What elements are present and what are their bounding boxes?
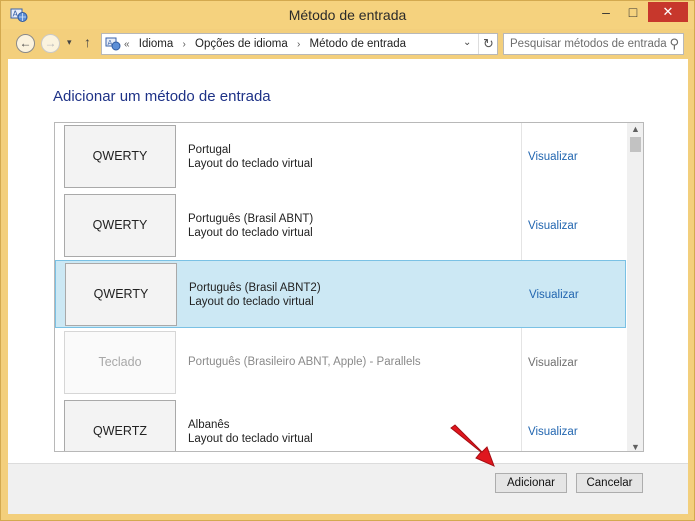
keyboard-layout-tile[interactable]: QWERTY (65, 263, 177, 326)
input-method-list: QWERTY Portugal Layout do teclado virtua… (54, 122, 644, 452)
search-placeholder: Pesquisar métodos de entrada (510, 38, 667, 50)
breadcrumb-overflow-icon[interactable]: « (124, 39, 130, 50)
layout-description: Layout do teclado virtual (188, 227, 313, 239)
address-bar[interactable]: A « Idioma › Opções de idioma › Método d… (101, 33, 498, 55)
title-bar: A Método de entrada ‒ □ ✕ (1, 1, 694, 29)
search-input[interactable]: Pesquisar métodos de entrada ⚲ (503, 33, 684, 55)
close-button[interactable]: ✕ (648, 2, 688, 22)
scroll-down-icon[interactable]: ▼ (627, 442, 643, 451)
recent-locations-icon[interactable]: ▾ (67, 37, 72, 48)
main-content: Adicionar um método de entrada QWERTY Po… (8, 59, 688, 463)
keyboard-layout-tile[interactable]: QWERTZ (64, 400, 176, 451)
up-level-button[interactable]: ↑ (84, 34, 91, 50)
maximize-button[interactable]: □ (621, 2, 645, 22)
layout-name: Português (Brasileiro ABNT, Apple) - Par… (188, 356, 421, 368)
preview-link[interactable]: Visualizar (529, 289, 579, 301)
scroll-up-icon[interactable]: ▲ (627, 124, 643, 134)
layout-name: Albanês (188, 419, 230, 431)
method-window: A Método de entrada ‒ □ ✕ ← → ▾ ↑ A « Id… (0, 0, 695, 521)
page-heading: Adicionar um método de entrada (53, 88, 271, 105)
breadcrumb-item-metodo-de-entrada[interactable]: Método de entrada (310, 38, 407, 50)
preview-link[interactable]: Visualizar (528, 357, 578, 369)
breadcrumb-item-idioma[interactable]: Idioma (139, 38, 174, 50)
breadcrumb-separator-icon[interactable]: › (297, 39, 300, 50)
annotation-arrow-icon (450, 424, 495, 467)
back-button[interactable]: ← (16, 34, 35, 53)
cancel-button[interactable]: Cancelar (576, 473, 643, 493)
list-item-brasil-abnt[interactable]: QWERTY Português (Brasil ABNT) Layout do… (55, 192, 626, 260)
scroll-thumb[interactable] (630, 137, 641, 152)
minimize-button[interactable]: ‒ (594, 2, 618, 22)
keyboard-layout-tile[interactable]: Teclado (64, 331, 176, 394)
preview-link[interactable]: Visualizar (528, 426, 578, 438)
language-icon: A (105, 37, 121, 51)
forward-button[interactable]: → (41, 34, 60, 53)
list-item-brasil-abnt2[interactable]: QWERTY Português (Brasil ABNT2) Layout d… (55, 260, 626, 328)
layout-description: Layout do teclado virtual (188, 158, 313, 170)
breadcrumb: « Idioma › Opções de idioma › Método de … (124, 38, 412, 50)
layout-description: Layout do teclado virtual (188, 433, 313, 445)
list-item-portugal[interactable]: QWERTY Portugal Layout do teclado virtua… (55, 123, 626, 191)
keyboard-layout-tile[interactable]: QWERTY (64, 194, 176, 257)
layout-name: Português (Brasil ABNT2) (189, 282, 321, 294)
search-icon[interactable]: ⚲ (669, 36, 679, 52)
navigation-bar: ← → ▾ ↑ A « Idioma › Opções de idioma › … (8, 29, 688, 59)
window-title: Método de entrada (288, 7, 407, 23)
keyboard-layout-tile[interactable]: QWERTY (64, 125, 176, 188)
add-button[interactable]: Adicionar (495, 473, 567, 493)
preview-link[interactable]: Visualizar (528, 220, 578, 232)
layout-name: Português (Brasil ABNT) (188, 213, 314, 225)
breadcrumb-separator-icon[interactable]: › (183, 39, 186, 50)
list-item-brasileiro-abnt-apple[interactable]: Teclado Português (Brasileiro ABNT, Appl… (55, 329, 626, 397)
layout-name: Portugal (188, 144, 231, 156)
dialog-footer: Adicionar Cancelar (8, 463, 688, 514)
breadcrumb-item-opcoes-de-idioma[interactable]: Opções de idioma (195, 38, 288, 50)
list-item-albanes[interactable]: QWERTZ Albanês Layout do teclado virtual… (55, 398, 626, 451)
vertical-scrollbar[interactable]: ▲ ▼ (627, 123, 643, 451)
address-dropdown-icon[interactable]: ⌄ (463, 37, 471, 48)
preview-link[interactable]: Visualizar (528, 151, 578, 163)
refresh-button[interactable]: ↻ (478, 34, 498, 54)
layout-description: Layout do teclado virtual (189, 296, 314, 308)
